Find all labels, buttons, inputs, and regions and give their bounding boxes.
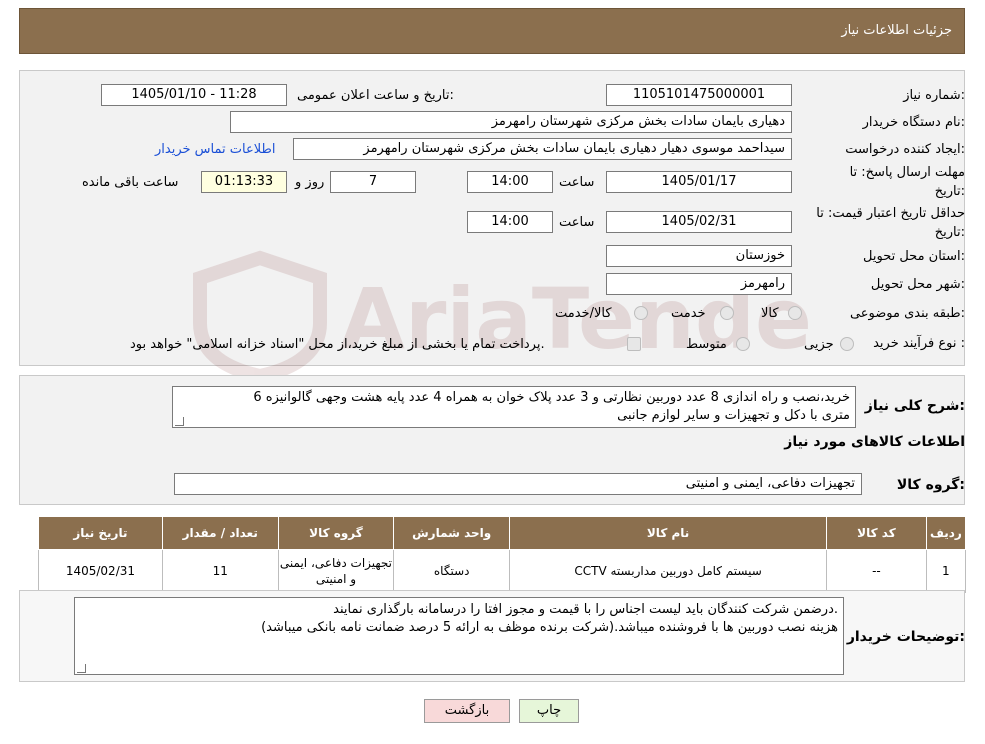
city-label: شهر محل تحویل: — [870, 277, 965, 292]
days-field: 7 — [330, 171, 416, 193]
remaining-label: ساعت باقی مانده — [82, 175, 179, 190]
deadline-time-field: 14:00 — [467, 171, 553, 193]
col-unit: واحد شمارش — [393, 516, 511, 550]
radio-medium-label: متوسط — [686, 337, 727, 352]
buyer-notes-line2: هزینه نصب دوربین ها با فروشنده میباشد.(ش… — [261, 620, 838, 635]
need-number-label: شماره نیاز: — [903, 88, 965, 103]
radio-goods[interactable] — [788, 306, 802, 320]
province-field: خوزستان — [606, 245, 792, 267]
buyer-notes-line1: درضمن شرکت کنندگان باید لیست اجناس را با… — [333, 602, 838, 617]
cell-code: -- — [826, 549, 927, 593]
print-button[interactable]: چاپ — [519, 699, 579, 723]
cell-row: 1 — [925, 549, 967, 593]
radio-service-label: خدمت — [671, 306, 706, 321]
cell-name: سیستم کامل دوربین مداربسته CCTV — [509, 549, 828, 593]
process-label: نوع فرآیند خرید : — [873, 336, 965, 351]
validity-time-label: ساعت — [559, 215, 595, 230]
items-table: ردیف کد کالا نام کالا واحد شمارش گروه کا… — [38, 516, 967, 593]
radio-goods-service[interactable] — [634, 306, 648, 320]
requester-label: ایجاد کننده درخواست: — [845, 142, 965, 157]
description-label: شرح کلی نیاز: — [864, 398, 965, 414]
radio-minor[interactable] — [840, 337, 854, 351]
deadline-date-field: 1405/01/17 — [606, 171, 792, 193]
radio-minor-label: جزیی — [804, 337, 834, 352]
description-line2: متری با دکل و تجهیزات و سایر لوازم جانبی — [617, 408, 850, 423]
radio-service[interactable] — [720, 306, 734, 320]
col-group: گروه کالا — [277, 516, 395, 550]
category-label: طبقه بندی موضوعی: — [849, 306, 965, 321]
col-name: نام کالا — [509, 516, 828, 550]
table-row: 1 -- سیستم کامل دوربین مداربسته CCTV دست… — [38, 549, 967, 593]
cell-date: 1405/02/31 — [38, 549, 163, 593]
deadline-time-label: ساعت — [559, 175, 595, 190]
goods-group-label: گروه کالا: — [896, 477, 965, 493]
resize-handle-icon[interactable] — [175, 417, 184, 426]
days-label: روز و — [295, 175, 325, 190]
table-header-row: ردیف کد کالا نام کالا واحد شمارش گروه کا… — [38, 516, 967, 550]
cell-unit: دستگاه — [393, 549, 511, 593]
buyer-org-label: نام دستگاه خریدار: — [862, 115, 965, 130]
announce-date-label: تاریخ و ساعت اعلان عمومی: — [297, 88, 454, 103]
col-date: تاریخ نیاز — [38, 516, 163, 550]
validity-label-line2: تاریخ: — [934, 225, 965, 240]
cell-qty: 11 — [161, 549, 279, 593]
col-code: کد کالا — [826, 516, 927, 550]
city-field: رامهرمز — [606, 273, 792, 295]
col-row: ردیف — [925, 516, 967, 550]
validity-date-field: 1405/02/31 — [606, 211, 792, 233]
radio-medium[interactable] — [736, 337, 750, 351]
cell-group: تجهیزات دفاعی، ایمنی و امنیتی — [277, 549, 395, 593]
deadline-label-line2: تاریخ: — [934, 184, 965, 199]
remaining-time-field: 01:13:33 — [201, 171, 287, 193]
notes-resize-handle-icon[interactable] — [77, 664, 86, 673]
description-line1: خرید،نصب و راه اندازی 8 عدد دوربین نظارت… — [253, 390, 850, 405]
page-header: جزئیات اطلاعات نیاز — [19, 8, 965, 54]
goods-info-title: اطلاعات کالاهای مورد نیاز — [784, 434, 965, 450]
buyer-org-field: دهیاری بایمان سادات بخش مرکزی شهرستان را… — [230, 111, 792, 133]
requester-field: سیداحمد موسوی دهیار دهیاری بایمان سادات … — [293, 138, 792, 160]
radio-goods-service-label: کالا/خدمت — [555, 306, 612, 321]
radio-goods-label: کالا — [761, 306, 779, 321]
contact-buyer-link[interactable]: اطلاعات تماس خریدار — [155, 142, 275, 157]
deadline-label: مهلت ارسال پاسخ: تا — [849, 165, 965, 180]
back-button[interactable]: بازگشت — [424, 699, 510, 723]
province-label: استان محل تحویل: — [863, 249, 965, 264]
need-number-field: 1105101475000001 — [606, 84, 792, 106]
goods-group-field: تجهیزات دفاعی، ایمنی و امنیتی — [174, 473, 862, 495]
validity-label: حداقل تاریخ اعتبار قیمت: تا — [816, 206, 965, 221]
buyer-notes-label: توضیحات خریدار: — [846, 629, 965, 645]
process-note: پرداخت تمام یا بخشی از مبلغ خرید،از محل … — [130, 337, 545, 352]
announce-date-field: 1405/01/10 - 11:28 — [101, 84, 287, 106]
buyer-notes-textarea[interactable]: درضمن شرکت کنندگان باید لیست اجناس را با… — [74, 597, 844, 675]
validity-time-field: 14:00 — [467, 211, 553, 233]
description-textarea[interactable]: خرید،نصب و راه اندازی 8 عدد دوربین نظارت… — [172, 386, 856, 428]
treasury-checkbox[interactable] — [627, 337, 641, 351]
col-qty: تعداد / مقدار — [161, 516, 279, 550]
page-title: جزئیات اطلاعات نیاز — [841, 23, 952, 38]
